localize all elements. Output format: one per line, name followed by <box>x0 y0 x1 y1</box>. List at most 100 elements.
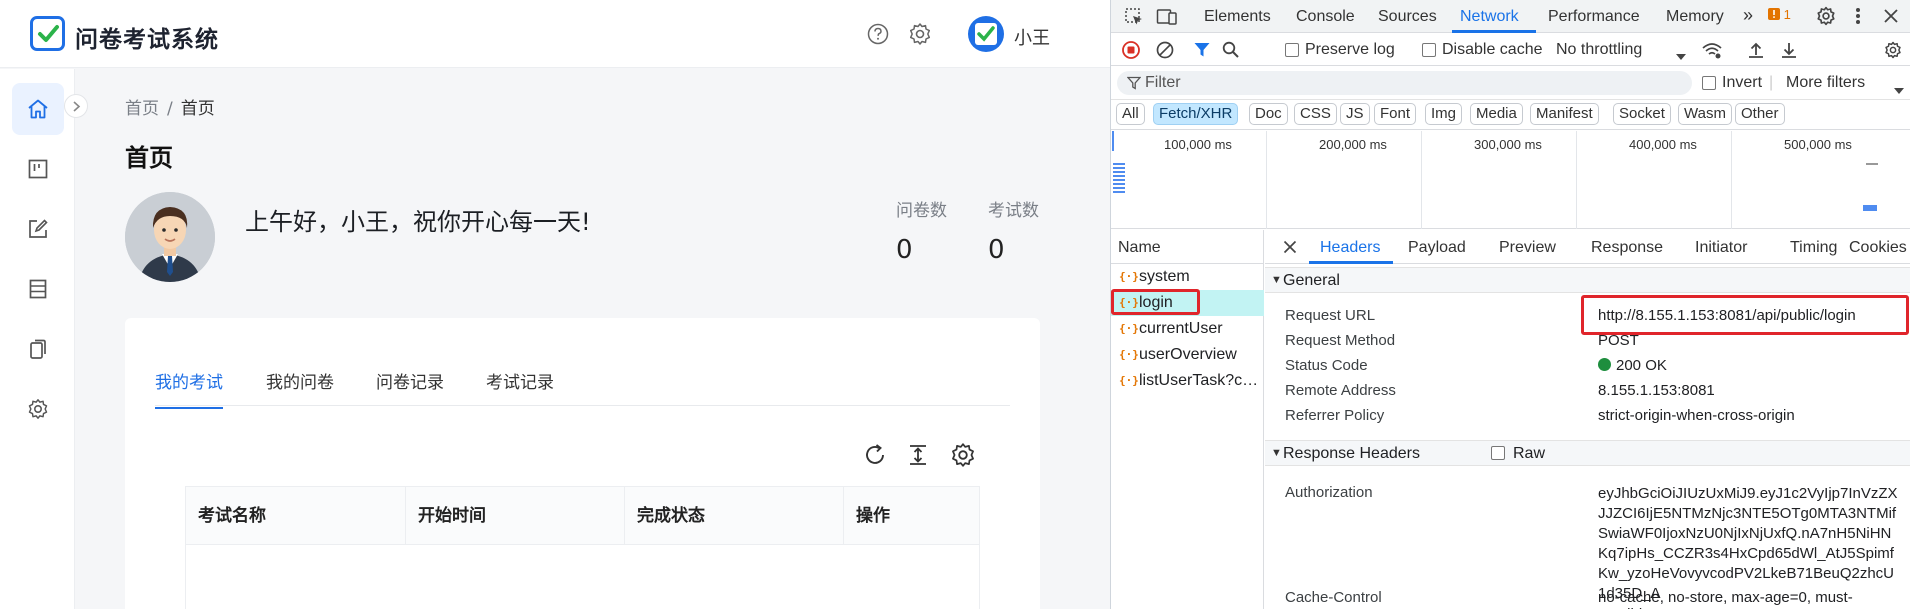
table-settings-icon[interactable] <box>950 442 976 468</box>
tab-my-questionnaires[interactable]: 我的问卷 <box>266 368 334 407</box>
more-filters-chevron-icon[interactable] <box>1894 81 1904 99</box>
exam-table: 考试名称 开始时间 完成状态 操作 <box>185 486 980 609</box>
detail-tab-timing[interactable]: Timing <box>1790 239 1837 257</box>
help-icon[interactable] <box>867 23 889 45</box>
type-filter-other[interactable]: Other <box>1735 103 1785 125</box>
status-code-value: 200 OK <box>1598 357 1667 374</box>
sidebar-item-edit[interactable] <box>12 203 64 255</box>
preserve-log-label[interactable]: Preserve log <box>1305 41 1395 59</box>
sidebar-item-home[interactable] <box>12 83 64 135</box>
highlight-box-login <box>1111 289 1200 315</box>
sidebar-collapse-button[interactable] <box>64 94 88 118</box>
filter-funnel-icon[interactable] <box>1193 41 1211 64</box>
request-row-list-user-task[interactable]: {·} listUserTask?cu... <box>1111 368 1264 394</box>
tab-questionnaire-records[interactable]: 问卷记录 <box>376 368 444 407</box>
close-devtools-icon[interactable] <box>1883 8 1899 29</box>
type-filter-media[interactable]: Media <box>1470 103 1523 125</box>
network-conditions-icon[interactable] <box>1701 41 1723 64</box>
import-har-icon[interactable] <box>1747 41 1765 64</box>
status-code-text: 200 OK <box>1616 357 1667 374</box>
type-filter-socket[interactable]: Socket <box>1613 103 1671 125</box>
filter-icon <box>1126 76 1142 95</box>
device-toolbar-icon[interactable] <box>1156 7 1178 32</box>
close-detail-icon[interactable] <box>1283 240 1297 259</box>
detail-tab-preview[interactable]: Preview <box>1499 239 1556 257</box>
sidebar-item-copy[interactable] <box>12 323 64 375</box>
type-filter-fetch-xhr[interactable]: Fetch/XHR <box>1153 103 1239 125</box>
filter-input[interactable] <box>1145 73 1675 93</box>
divider: | <box>1769 74 1774 91</box>
column-header-start-time[interactable]: 开始时间 <box>406 487 625 545</box>
request-row-user-overview[interactable]: {·} userOverview <box>1111 342 1264 368</box>
type-filter-js[interactable]: JS <box>1340 103 1370 125</box>
authorization-value: eyJhbGciOiJIUzUxMiJ9.eyJ1c2VyIjp7InVzZXJ… <box>1598 485 1898 602</box>
remote-address-value: 8.155.1.153:8081 <box>1598 382 1715 399</box>
timeline-request-bar <box>1113 163 1125 165</box>
clear-icon[interactable] <box>1156 41 1174 64</box>
user-name[interactable]: 小王 <box>1014 24 1050 50</box>
sidebar-item-settings[interactable] <box>12 383 64 435</box>
timeline-marker <box>1112 131 1114 151</box>
user-avatar[interactable] <box>968 16 1004 52</box>
general-section-title: General <box>1283 272 1340 289</box>
kebab-menu-icon[interactable] <box>1855 6 1861 31</box>
network-timeline-overview[interactable]: 100,000 ms 200,000 ms 300,000 ms 400,000… <box>1111 131 1910 229</box>
breadcrumb-item-root[interactable]: 首页 <box>125 99 159 119</box>
sidebar-item-board[interactable] <box>12 143 64 195</box>
preserve-log-checkbox[interactable] <box>1285 43 1299 57</box>
chevron-down-icon[interactable] <box>1676 47 1686 65</box>
request-row-system[interactable]: {·} system <box>1111 264 1264 290</box>
detail-tab-payload[interactable]: Payload <box>1408 239 1466 257</box>
detail-tab-cookies[interactable]: Cookies <box>1849 239 1907 257</box>
more-filters-button[interactable]: More filters <box>1786 74 1865 92</box>
type-filter-wasm[interactable]: Wasm <box>1678 103 1732 125</box>
sidebar-item-list[interactable] <box>12 263 64 315</box>
settings-gear-icon[interactable] <box>908 22 932 46</box>
export-har-icon[interactable] <box>1780 41 1798 64</box>
xhr-icon: {·} <box>1119 348 1139 361</box>
breadcrumb-separator: / <box>167 99 173 119</box>
devtools-tab-memory[interactable]: Memory <box>1666 8 1724 26</box>
type-filter-img[interactable]: Img <box>1425 103 1463 125</box>
request-row-current-user[interactable]: {·} currentUser <box>1111 316 1264 342</box>
raw-label[interactable]: Raw <box>1513 445 1545 463</box>
devtools-settings-icon[interactable] <box>1816 6 1836 31</box>
tab-my-exams[interactable]: 我的考试 <box>155 368 223 409</box>
raw-checkbox[interactable] <box>1491 446 1505 460</box>
search-icon[interactable] <box>1222 41 1240 64</box>
general-section-header[interactable]: ▼ General <box>1265 267 1910 293</box>
detail-tab-headers[interactable]: Headers <box>1320 239 1380 257</box>
tab-exam-records[interactable]: 考试记录 <box>486 368 554 407</box>
type-filter-doc[interactable]: Doc <box>1249 103 1288 125</box>
app-window: 问卷考试系统 小王 首页 / 首页 首页 上午好，小王，祝你开心每一天! 问卷数… <box>0 0 1110 609</box>
detail-tab-response[interactable]: Response <box>1591 239 1663 257</box>
disable-cache-checkbox[interactable] <box>1422 43 1436 57</box>
column-height-icon[interactable] <box>905 442 931 468</box>
warning-badge[interactable]: 1 <box>1768 7 1791 22</box>
type-filter-css[interactable]: CSS <box>1294 103 1337 125</box>
invert-label[interactable]: Invert <box>1722 74 1762 92</box>
invert-checkbox[interactable] <box>1702 76 1716 90</box>
disable-cache-label[interactable]: Disable cache <box>1442 41 1543 59</box>
network-settings-icon[interactable] <box>1884 41 1902 64</box>
refresh-icon[interactable] <box>862 442 888 468</box>
type-filter-manifest[interactable]: Manifest <box>1530 103 1599 125</box>
more-tabs-chevron-icon[interactable]: » <box>1743 5 1753 26</box>
devtools-tab-sources[interactable]: Sources <box>1378 8 1437 26</box>
record-stop-icon[interactable] <box>1122 41 1140 64</box>
column-header-exam-name[interactable]: 考试名称 <box>186 487 406 545</box>
devtools-tab-performance[interactable]: Performance <box>1548 8 1640 26</box>
type-filter-all[interactable]: All <box>1116 103 1145 125</box>
detail-tab-initiator[interactable]: Initiator <box>1695 239 1747 257</box>
column-header-status[interactable]: 完成状态 <box>625 487 844 545</box>
devtools-tab-console[interactable]: Console <box>1296 8 1355 26</box>
name-column-header[interactable]: Name <box>1118 239 1161 257</box>
inspect-element-icon[interactable] <box>1124 7 1144 32</box>
type-filter-font[interactable]: Font <box>1374 103 1417 125</box>
timeline-gridline <box>1266 131 1267 229</box>
highlight-box-request-url <box>1581 295 1909 335</box>
devtools-tab-network[interactable]: Network <box>1460 8 1519 26</box>
throttling-select[interactable]: No throttling <box>1556 41 1642 59</box>
response-headers-section-header[interactable]: ▼ Response Headers Raw <box>1265 440 1910 466</box>
devtools-tab-elements[interactable]: Elements <box>1204 8 1271 26</box>
